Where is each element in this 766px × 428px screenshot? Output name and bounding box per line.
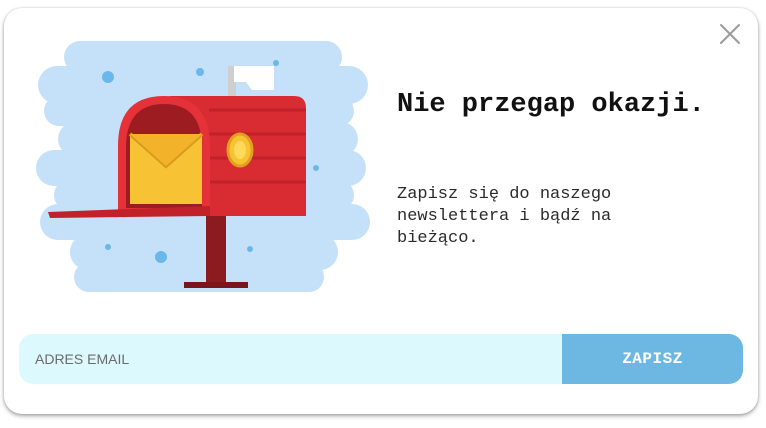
headline: Nie przegap okazji. [397, 90, 705, 120]
close-button[interactable] [718, 22, 742, 46]
newsletter-modal: Nie przegap okazji. Zapisz się do naszeg… [4, 8, 758, 414]
mailbox-illustration [34, 38, 374, 298]
submit-button[interactable]: ZAPISZ [562, 334, 743, 384]
mailbox-post [206, 208, 226, 286]
newsletter-form: ZAPISZ [19, 334, 743, 384]
email-input[interactable] [19, 334, 562, 384]
subtext: Zapisz się do naszego newslettera i bądź… [397, 185, 612, 248]
mailbox-base [184, 282, 248, 288]
close-icon [720, 24, 740, 44]
